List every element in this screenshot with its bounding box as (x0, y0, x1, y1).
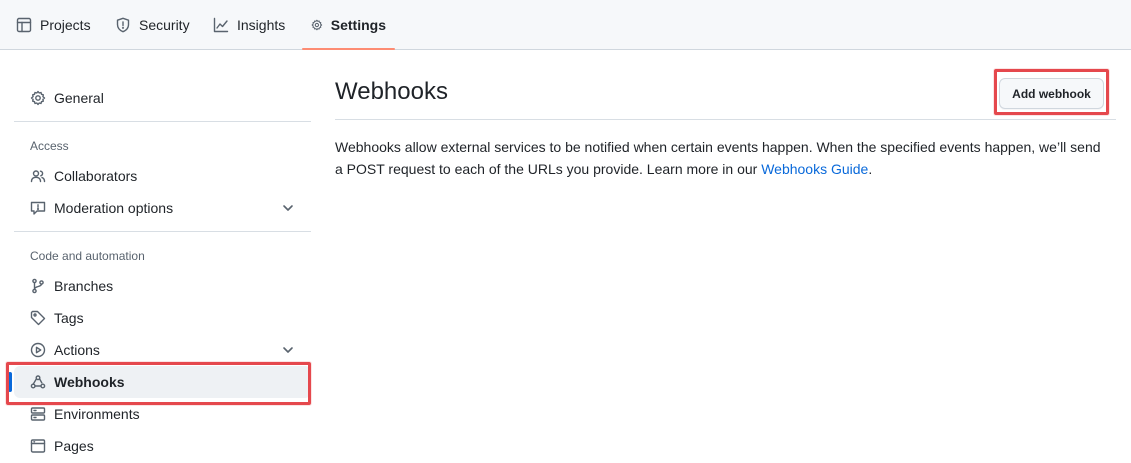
section-title-code-automation: Code and automation (30, 249, 145, 263)
tab-projects[interactable]: Projects (7, 0, 100, 50)
sidebar-divider (14, 121, 311, 122)
sidebar-divider (14, 231, 311, 232)
tab-settings-label: Settings (330, 17, 386, 33)
add-webhook-button[interactable]: Add webhook (999, 78, 1104, 109)
tab-security-label: Security (139, 17, 190, 33)
selected-indicator (8, 372, 12, 392)
sidebar-item-moderation[interactable]: Moderation options (14, 192, 311, 224)
server-icon (30, 407, 46, 421)
repo-nav: Projects Security Insights Settings (0, 0, 1131, 50)
tab-insights-label: Insights (237, 17, 286, 33)
webhook-icon (30, 375, 46, 389)
tag-icon (30, 310, 46, 326)
play-icon (30, 342, 46, 358)
sidebar-item-actions[interactable]: Actions (14, 334, 311, 366)
sidebar-item-general[interactable]: General (14, 82, 311, 114)
sidebar-item-label: Actions (54, 342, 100, 358)
description-end: . (868, 161, 873, 177)
sidebar-item-label: Branches (54, 278, 114, 294)
sidebar-item-label: Tags (54, 310, 84, 326)
sidebar-item-label: Collaborators (54, 168, 138, 184)
browser-icon (30, 439, 46, 453)
title-divider (335, 119, 1116, 120)
webhooks-guide-link[interactable]: Webhooks Guide (761, 161, 868, 177)
active-tab-underline (302, 48, 395, 50)
gear-icon (311, 19, 323, 31)
sidebar-item-label: General (54, 90, 104, 106)
gear-icon (30, 90, 46, 106)
git-branch-icon (32, 278, 44, 294)
page-title: Webhooks (335, 78, 448, 105)
sidebar-item-pages[interactable]: Pages (14, 430, 311, 462)
graph-icon (213, 17, 229, 33)
description-text: Webhooks allow external services to be n… (335, 139, 1101, 177)
sidebar-item-label: Environments (54, 406, 140, 422)
sidebar-item-environments[interactable]: Environments (14, 398, 311, 430)
sidebar-item-webhooks[interactable]: Webhooks (8, 366, 311, 398)
chevron-down-icon[interactable] (281, 201, 295, 215)
sidebar-item-branches[interactable]: Branches (14, 270, 311, 302)
report-icon (30, 201, 46, 215)
settings-sidebar: General Access Collaborators Moderation … (8, 50, 311, 463)
tab-projects-label: Projects (40, 17, 91, 33)
shield-icon (116, 17, 130, 33)
sidebar-item-label: Moderation options (54, 200, 174, 216)
webhooks-description: Webhooks allow external services to be n… (335, 136, 1105, 180)
tab-security[interactable]: Security (106, 0, 199, 50)
chevron-down-icon[interactable] (281, 343, 295, 357)
sidebar-item-label: Webhooks (54, 374, 125, 390)
tab-insights[interactable]: Insights (204, 0, 294, 50)
sidebar-item-tags[interactable]: Tags (14, 302, 311, 334)
sidebar-item-label: Pages (54, 438, 94, 454)
people-icon (30, 170, 46, 183)
table-icon (16, 17, 32, 33)
sidebar-item-collaborators[interactable]: Collaborators (14, 160, 311, 192)
tab-settings[interactable]: Settings (302, 0, 395, 50)
section-title-access: Access (30, 139, 69, 153)
